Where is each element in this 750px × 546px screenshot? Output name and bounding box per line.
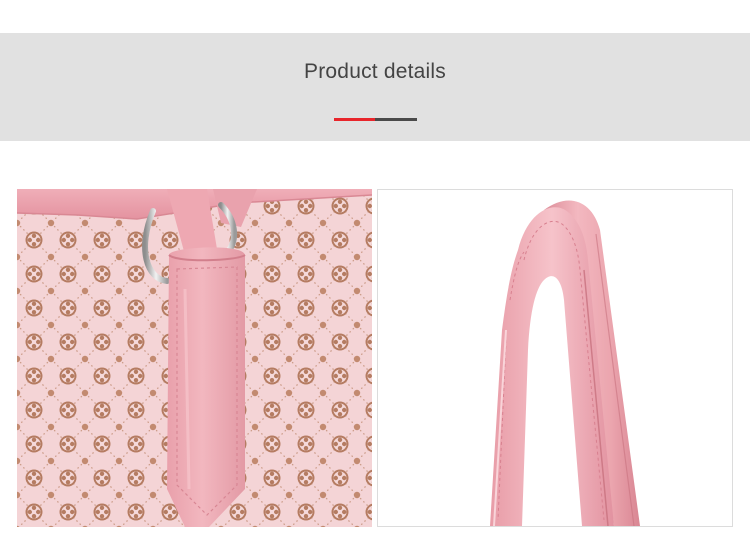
section-header: Product details [0,33,750,141]
underline-accent [334,118,375,121]
strap-closeup-photo [377,189,733,527]
title-underline [334,118,417,121]
section-title: Product details [304,60,446,83]
underline-rest [375,118,417,121]
fabric-closeup-photo [17,189,372,527]
